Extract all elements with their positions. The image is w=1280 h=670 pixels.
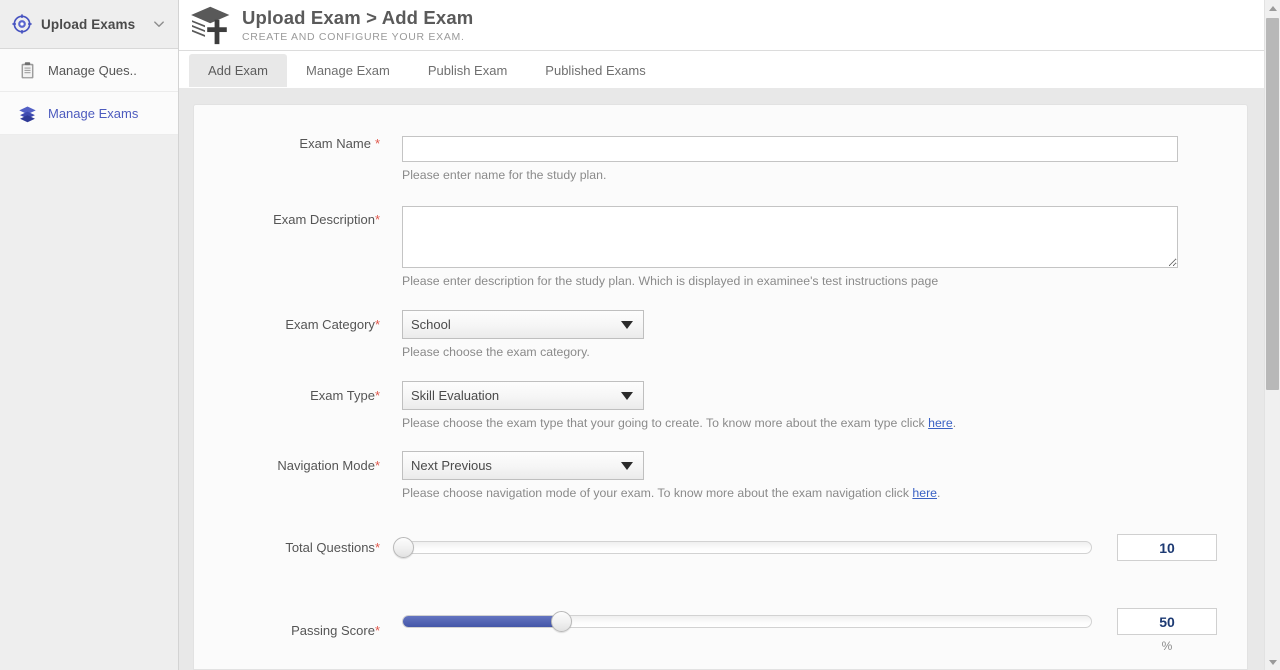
sidebar-empty-area — [0, 135, 178, 670]
navigation-mode-label: Navigation Mode* — [277, 458, 380, 473]
exam-category-label: Exam Category* — [285, 317, 380, 332]
navigation-mode-value: Next Previous — [411, 458, 492, 473]
content-wrapper: Exam Name * Please enter name for the stu… — [179, 88, 1264, 670]
total-questions-value[interactable]: 10 — [1117, 534, 1217, 561]
exam-type-value: Skill Evaluation — [411, 388, 500, 403]
field-total-questions: Total Questions* 10 — [194, 534, 1247, 561]
total-questions-slider-handle[interactable] — [392, 537, 414, 558]
vertical-scrollbar[interactable] — [1264, 0, 1280, 670]
caret-down-icon — [621, 461, 633, 470]
total-questions-slider[interactable] — [392, 537, 1092, 558]
sidebar-item-manage-exams[interactable]: Manage Exams — [0, 92, 178, 135]
passing-score-slider-fill — [403, 616, 562, 627]
exam-name-label: Exam Name * — [299, 136, 380, 151]
layers-stack-icon — [19, 106, 36, 122]
exam-type-help-link[interactable]: here — [928, 416, 953, 430]
scroll-down-arrow-icon[interactable] — [1265, 654, 1280, 670]
sidebar: Upload Exams Manage Ques.. Manage Exams — [0, 0, 179, 670]
exam-description-label: Exam Description* — [273, 212, 380, 227]
form-panel: Exam Name * Please enter name for the stu… — [193, 104, 1248, 670]
sidebar-item-manage-questions[interactable]: Manage Ques.. — [0, 49, 178, 92]
main-area: Upload Exam > Add Exam CREATE AND CONFIG… — [179, 0, 1280, 670]
exam-description-hint: Please enter description for the study p… — [402, 274, 939, 288]
exam-category-value: School — [411, 317, 451, 332]
navigation-mode-select[interactable]: Next Previous — [402, 451, 644, 480]
total-questions-label: Total Questions* — [285, 540, 380, 555]
sidebar-header[interactable]: Upload Exams — [0, 0, 178, 49]
exam-name-hint: Please enter name for the study plan. — [402, 168, 607, 182]
exam-category-hint: Please choose the exam category. — [402, 345, 590, 359]
sidebar-item-label: Manage Exams — [48, 105, 139, 121]
exam-type-hint: Please choose the exam type that your go… — [402, 416, 957, 430]
passing-score-value[interactable]: 50 — [1117, 608, 1217, 635]
graduation-cap-plus-icon — [191, 6, 230, 45]
field-exam-name: Exam Name * Please enter name for the stu… — [194, 136, 1247, 182]
page-title: Upload Exam > Add Exam — [242, 6, 474, 28]
field-exam-description: Exam Description* Please enter descripti… — [194, 206, 1247, 288]
app-root: Upload Exams Manage Ques.. Manage Exams … — [0, 0, 1280, 670]
exam-category-select[interactable]: School — [402, 310, 644, 339]
tab-manage-exam[interactable]: Manage Exam — [287, 54, 409, 87]
caret-down-icon — [621, 320, 633, 329]
field-exam-type: Exam Type* Skill Evaluation Please choos… — [194, 381, 1247, 430]
scrollbar-thumb[interactable] — [1266, 18, 1279, 390]
page-header-text: Upload Exam > Add Exam CREATE AND CONFIG… — [242, 7, 473, 43]
chevron-down-icon[interactable] — [152, 17, 166, 31]
clipboard-icon — [21, 61, 34, 78]
tab-publish-exam[interactable]: Publish Exam — [409, 54, 526, 87]
exam-type-label: Exam Type* — [310, 388, 380, 403]
field-exam-category: Exam Category* School Please choose the … — [194, 310, 1247, 359]
field-navigation-mode: Navigation Mode* Next Previous Please ch… — [194, 451, 1247, 500]
navigation-mode-hint: Please choose navigation mode of your ex… — [402, 486, 941, 500]
exam-description-textarea[interactable] — [402, 206, 1178, 268]
page-header: Upload Exam > Add Exam CREATE AND CONFIG… — [179, 0, 1264, 51]
sidebar-item-label: Manage Ques.. — [48, 62, 137, 78]
tab-published-exams[interactable]: Published Exams — [526, 54, 664, 87]
exam-type-select[interactable]: Skill Evaluation — [402, 381, 644, 410]
sidebar-title: Upload Exams — [41, 16, 136, 32]
caret-down-icon — [621, 391, 633, 400]
field-passing-score: Passing Score* 50 % — [194, 608, 1247, 653]
page-subtitle: CREATE AND CONFIGURE YOUR EXAM. — [242, 31, 465, 44]
passing-score-slider[interactable] — [402, 611, 1092, 632]
navigation-mode-help-link[interactable]: here — [912, 486, 937, 500]
passing-score-label: Passing Score* — [291, 623, 380, 638]
scroll-up-arrow-icon[interactable] — [1265, 0, 1280, 16]
exam-name-input[interactable] — [402, 136, 1178, 162]
target-crosshair-icon — [12, 14, 32, 34]
tab-add-exam[interactable]: Add Exam — [189, 54, 287, 87]
passing-score-unit: % — [1161, 639, 1173, 653]
tab-bar: Add Exam Manage Exam Publish Exam Publis… — [179, 51, 1264, 88]
passing-score-slider-handle[interactable] — [550, 611, 572, 632]
